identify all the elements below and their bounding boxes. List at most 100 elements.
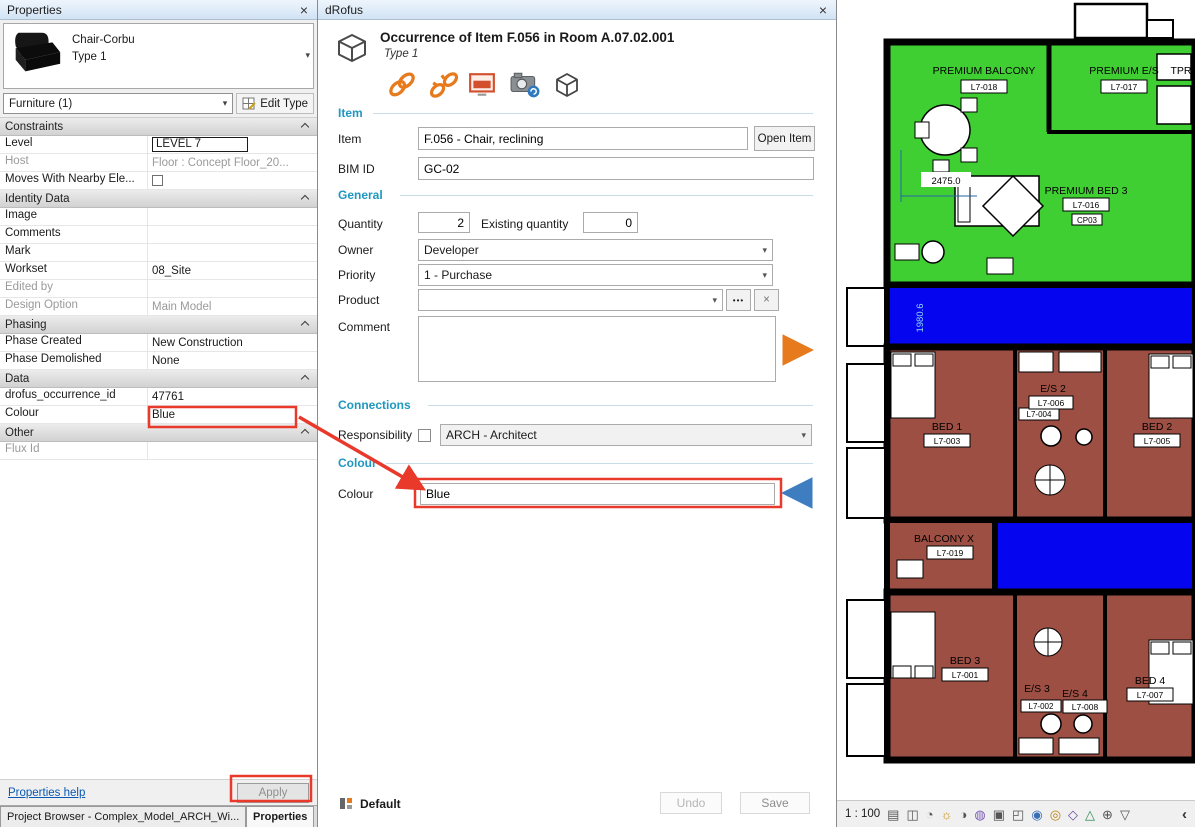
- category-filter-combobox[interactable]: Furniture (1) ▾: [3, 93, 233, 114]
- property-row-comments: Comments: [0, 226, 317, 244]
- drofus-titlebar: dRofus ×: [318, 0, 836, 20]
- property-name: drofus_occurrence_id: [0, 388, 148, 405]
- checkbox[interactable]: [152, 175, 163, 186]
- edit-type-button[interactable]: Edit Type: [236, 93, 314, 114]
- collapse-chevron-icon[interactable]: [301, 320, 309, 328]
- property-value[interactable]: None: [148, 352, 317, 369]
- owner-select[interactable]: Developer ▾: [418, 239, 773, 261]
- property-value[interactable]: 47761: [148, 388, 317, 405]
- collapse-chevron-icon[interactable]: [301, 194, 309, 202]
- responsibility-checkbox[interactable]: [418, 429, 431, 442]
- section-divider: [373, 113, 813, 114]
- bim-object-icon[interactable]: [554, 72, 580, 98]
- show-crop-icon[interactable]: ◰: [1012, 808, 1024, 821]
- responsibility-label: Responsibility: [338, 428, 412, 442]
- property-value[interactable]: LEVEL 7: [148, 136, 317, 153]
- shadows-icon[interactable]: ◑: [960, 808, 968, 821]
- close-icon[interactable]: ×: [817, 3, 829, 17]
- floor-plan[interactable]: 2475.0 1980.6 PREMIUM BALCONY L7-018 PRE…: [837, 0, 1195, 800]
- product-browse-button[interactable]: •••: [726, 289, 751, 311]
- room-label: PREMIUM BALCONY: [933, 65, 1036, 77]
- filter-icon[interactable]: ▽: [1120, 808, 1130, 821]
- show-rendering-icon[interactable]: ◍: [974, 808, 985, 821]
- close-icon[interactable]: ×: [298, 3, 310, 17]
- open-item-button[interactable]: Open Item: [754, 126, 815, 151]
- collapse-chevron-icon[interactable]: [301, 428, 309, 436]
- property-value[interactable]: [148, 208, 317, 225]
- section-label: Constraints: [5, 121, 63, 133]
- room-label: BALCONY X: [914, 533, 974, 545]
- temporary-view-icon[interactable]: ◇: [1068, 808, 1078, 821]
- section-header-other[interactable]: Other: [0, 424, 317, 442]
- property-value[interactable]: [148, 172, 317, 189]
- occurrence-title: Occurrence of Item F.056 in Room A.07.02…: [380, 30, 820, 45]
- chevron-down-icon[interactable]: ▾: [305, 50, 310, 61]
- save-button[interactable]: Save: [740, 792, 810, 814]
- property-name: Image: [0, 208, 148, 225]
- colour-label: Colour: [338, 487, 373, 501]
- property-name: Moves With Nearby Ele...: [0, 172, 148, 189]
- type-family-name: Chair-Corbu: [72, 34, 135, 46]
- priority-select[interactable]: 1 - Purchase ▾: [418, 264, 773, 286]
- apply-button[interactable]: Apply: [237, 783, 309, 803]
- detail-level-icon[interactable]: ◫: [906, 808, 918, 821]
- unlink-icon[interactable]: [430, 72, 458, 98]
- product-clear-button[interactable]: ×: [754, 289, 779, 311]
- room-tag: L7-001: [952, 670, 979, 680]
- section-header-data[interactable]: Data: [0, 370, 317, 388]
- properties-help-link[interactable]: Properties help: [8, 787, 85, 799]
- quantity-input[interactable]: [418, 212, 470, 233]
- property-value[interactable]: 08_Site: [148, 262, 317, 279]
- property-value[interactable]: Main Model: [148, 298, 317, 315]
- properties-titlebar: Properties ×: [0, 0, 317, 20]
- property-value[interactable]: [148, 226, 317, 243]
- room-tag: L7-007: [1137, 690, 1164, 700]
- product-select[interactable]: ▾: [418, 289, 723, 311]
- property-value[interactable]: [148, 442, 317, 459]
- link-icon[interactable]: [388, 72, 416, 98]
- visual-style-icon[interactable]: ◔: [926, 808, 934, 821]
- collapse-chevron-icon[interactable]: [301, 122, 309, 130]
- section-divider: [400, 195, 813, 196]
- section-header-phasing[interactable]: Phasing: [0, 316, 317, 334]
- tab-project-browser[interactable]: Project Browser - Complex_Model_ARCH_Wi.…: [0, 806, 246, 827]
- expand-panel-icon[interactable]: ‹: [1182, 807, 1187, 822]
- responsibility-select[interactable]: ARCH - Architect ▾: [440, 424, 812, 446]
- show-on-screen-icon[interactable]: [468, 72, 496, 98]
- room-tag: L7-008: [1072, 702, 1099, 712]
- colour-input[interactable]: [420, 483, 775, 505]
- property-value[interactable]: New Construction: [148, 334, 317, 351]
- reveal-hidden-icon[interactable]: ◎: [1050, 808, 1061, 821]
- camera-sync-icon[interactable]: [510, 70, 540, 98]
- crop-view-icon[interactable]: ▣: [993, 808, 1005, 821]
- existing-quantity-input[interactable]: [583, 212, 638, 233]
- room-tag: L7-004: [1027, 410, 1052, 419]
- section-header-identity-data[interactable]: Identity Data: [0, 190, 317, 208]
- bim-id-label: BIM ID: [338, 162, 375, 176]
- item-input[interactable]: [418, 127, 748, 150]
- property-value[interactable]: Floor : Concept Floor_20...: [148, 154, 317, 171]
- temporary-hide-icon[interactable]: ◉: [1031, 808, 1042, 821]
- collapse-chevron-icon[interactable]: [301, 374, 309, 382]
- properties-panel: Properties × Chair-Corbu Type 1 ▾ Furnit…: [0, 0, 318, 827]
- view-scale[interactable]: 1 : 100: [845, 808, 880, 820]
- owner-value: Developer: [424, 243, 479, 257]
- comment-textarea[interactable]: [418, 316, 776, 382]
- scale-menu-icon[interactable]: ▤: [887, 808, 899, 821]
- property-value[interactable]: [148, 280, 317, 297]
- property-value[interactable]: Blue: [148, 406, 317, 423]
- sun-path-icon[interactable]: ☼: [941, 808, 953, 821]
- room-tag: L7-002: [1029, 702, 1054, 711]
- property-row-drofus-occurrence-id: drofus_occurrence_id47761: [0, 388, 317, 406]
- section-header-constraints[interactable]: Constraints: [0, 118, 317, 136]
- undo-button[interactable]: Undo: [660, 792, 722, 814]
- analytical-model-icon[interactable]: △: [1085, 808, 1095, 821]
- type-selector-preview[interactable]: Chair-Corbu Type 1 ▾: [3, 23, 314, 89]
- bim-id-input[interactable]: [418, 157, 814, 180]
- property-grid-empty-area: [0, 460, 317, 779]
- floor-plan-view[interactable]: 2475.0 1980.6 PREMIUM BALCONY L7-018 PRE…: [837, 0, 1195, 827]
- tab-properties[interactable]: Properties: [246, 806, 314, 827]
- default-label[interactable]: Default: [360, 797, 401, 811]
- constraints-icon[interactable]: ⊕: [1102, 808, 1113, 821]
- property-value[interactable]: [148, 244, 317, 261]
